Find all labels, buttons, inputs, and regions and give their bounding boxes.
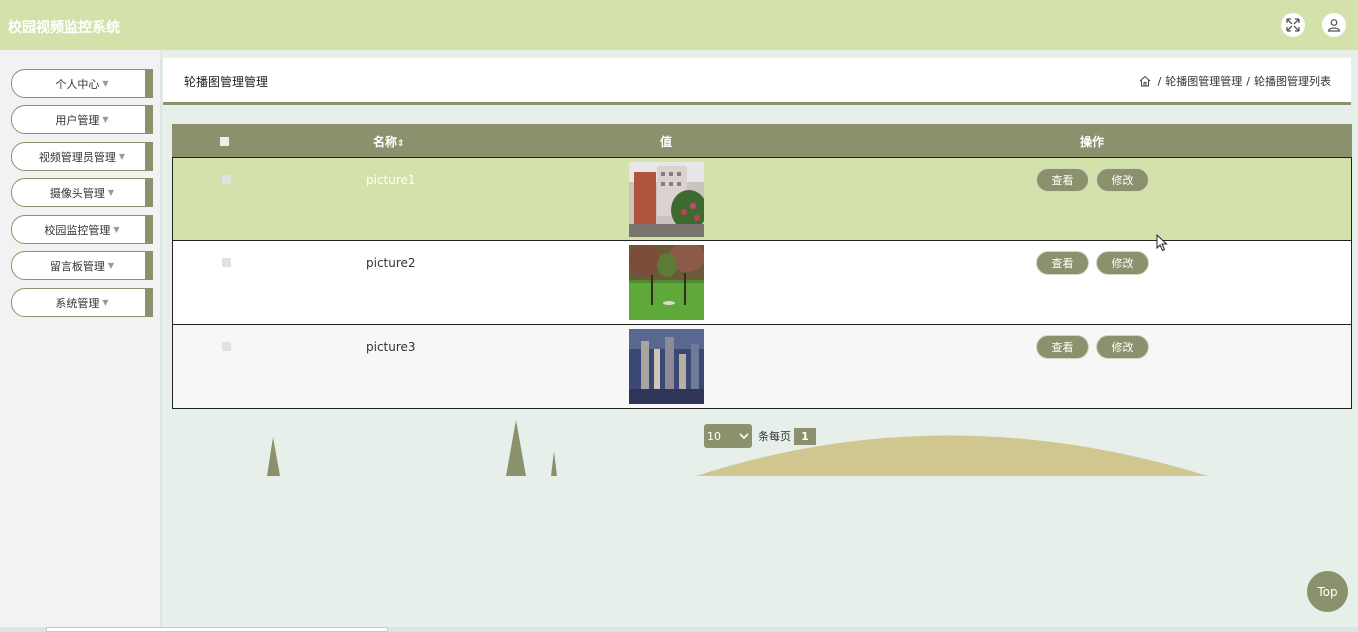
- column-header-value: 值: [660, 135, 673, 149]
- breadcrumb: / 轮播图管理管理 / 轮播图管理列表: [1139, 73, 1331, 89]
- column-header-actions: 操作: [1080, 135, 1105, 149]
- edit-button[interactable]: 修改: [1096, 168, 1149, 192]
- breadcrumb-level2: 轮播图管理列表: [1254, 75, 1331, 88]
- sidebar-item-label: 用户管理: [55, 113, 100, 127]
- row-checkbox[interactable]: [222, 258, 231, 267]
- caret-down-icon: ▼: [102, 79, 109, 88]
- sidebar-item-camera-management[interactable]: 摄像头管理 ▼: [11, 178, 153, 207]
- sidebar-item-campus-monitoring[interactable]: 校园监控管理 ▼: [11, 215, 153, 244]
- home-icon[interactable]: [1139, 75, 1151, 87]
- sidebar-item-label: 摄像头管理: [49, 186, 105, 200]
- view-button[interactable]: 查看: [1036, 335, 1089, 359]
- column-header-name[interactable]: 名称⇕: [373, 133, 405, 150]
- sort-icon[interactable]: ⇕: [397, 139, 405, 149]
- page-number-current[interactable]: 1: [794, 427, 816, 445]
- page-title: 轮播图管理管理: [184, 75, 269, 89]
- sidebar-item-label: 校园监控管理: [44, 223, 111, 237]
- table-header: 名称⇕ 值 操作: [172, 124, 1352, 157]
- row-checkbox[interactable]: [222, 342, 231, 351]
- caret-down-icon: ▼: [107, 261, 115, 270]
- caret-down-icon: ▼: [102, 115, 109, 124]
- sidebar-item-user-management[interactable]: 用户管理 ▼: [11, 105, 153, 134]
- scrollbar-thumb[interactable]: [46, 627, 388, 632]
- campus-building-photo: [629, 162, 704, 237]
- cell-name: picture1: [366, 173, 416, 187]
- app-title: 校园视频监控系统: [8, 20, 120, 36]
- view-button[interactable]: 查看: [1036, 168, 1089, 192]
- cell-name: picture3: [366, 340, 416, 354]
- table-row[interactable]: picture3 查看 修改: [172, 325, 1352, 409]
- campus-lawn-photo: [629, 245, 704, 320]
- data-table: 名称⇕ 值 操作 picture1 查看 修改 picture2 查看 修改 p…: [172, 124, 1352, 409]
- breadcrumb-level1[interactable]: 轮播图管理管理: [1165, 73, 1242, 89]
- back-to-top-button[interactable]: Top: [1307, 571, 1348, 612]
- sidebar-item-message-board[interactable]: 留言板管理 ▼: [11, 251, 153, 280]
- user-icon[interactable]: [1322, 13, 1346, 37]
- sidebar-item-label: 个人中心: [55, 77, 100, 91]
- caret-down-icon: ▼: [102, 298, 109, 307]
- cell-name: picture2: [366, 256, 416, 270]
- sidebar-item-label: 视频管理员管理: [38, 150, 116, 164]
- sidebar-item-label: 留言板管理: [49, 259, 105, 273]
- caret-down-icon: ▼: [118, 152, 126, 161]
- sidebar-item-video-admin-management[interactable]: 视频管理员管理 ▼: [11, 142, 153, 171]
- row-checkbox[interactable]: [222, 175, 231, 184]
- edit-button[interactable]: 修改: [1096, 251, 1149, 275]
- sidebar-item-label: 系统管理: [55, 296, 100, 310]
- city-buildings-photo: [629, 329, 704, 404]
- top-header: 校园视频监控系统: [0, 0, 1358, 50]
- caret-down-icon: ▼: [113, 225, 120, 234]
- pagination: 10 条每页 1: [704, 424, 816, 448]
- breadcrumb-separator: /: [1246, 74, 1250, 88]
- horizontal-scrollbar[interactable]: [0, 627, 1358, 632]
- sidebar: 个人中心 ▼ 用户管理 ▼ 视频管理员管理 ▼ 摄像头管理 ▼ 校园监控管理 ▼ 留言板管…: [0, 50, 162, 632]
- view-button[interactable]: 查看: [1036, 251, 1089, 275]
- column-header-name-label: 名称: [373, 135, 398, 149]
- table-row[interactable]: picture1 查看 修改: [172, 157, 1352, 241]
- sidebar-item-personal-center[interactable]: 个人中心 ▼: [11, 69, 153, 98]
- edit-button[interactable]: 修改: [1096, 335, 1149, 359]
- fullscreen-icon[interactable]: [1281, 13, 1305, 37]
- table-row[interactable]: picture2 查看 修改: [172, 241, 1352, 325]
- breadcrumb-separator: /: [1157, 74, 1162, 88]
- breadcrumb-bar: 轮播图管理管理 / 轮播图管理管理 / 轮播图管理列表: [163, 58, 1351, 105]
- per-page-label: 条每页: [758, 430, 791, 443]
- chevron-down-icon: [739, 433, 749, 440]
- page-size-value: 10: [707, 429, 721, 443]
- sidebar-item-system-management[interactable]: 系统管理 ▼: [11, 288, 153, 317]
- page-size-select[interactable]: 10: [704, 424, 752, 448]
- caret-down-icon: ▼: [107, 188, 115, 197]
- select-all-checkbox[interactable]: [220, 137, 229, 146]
